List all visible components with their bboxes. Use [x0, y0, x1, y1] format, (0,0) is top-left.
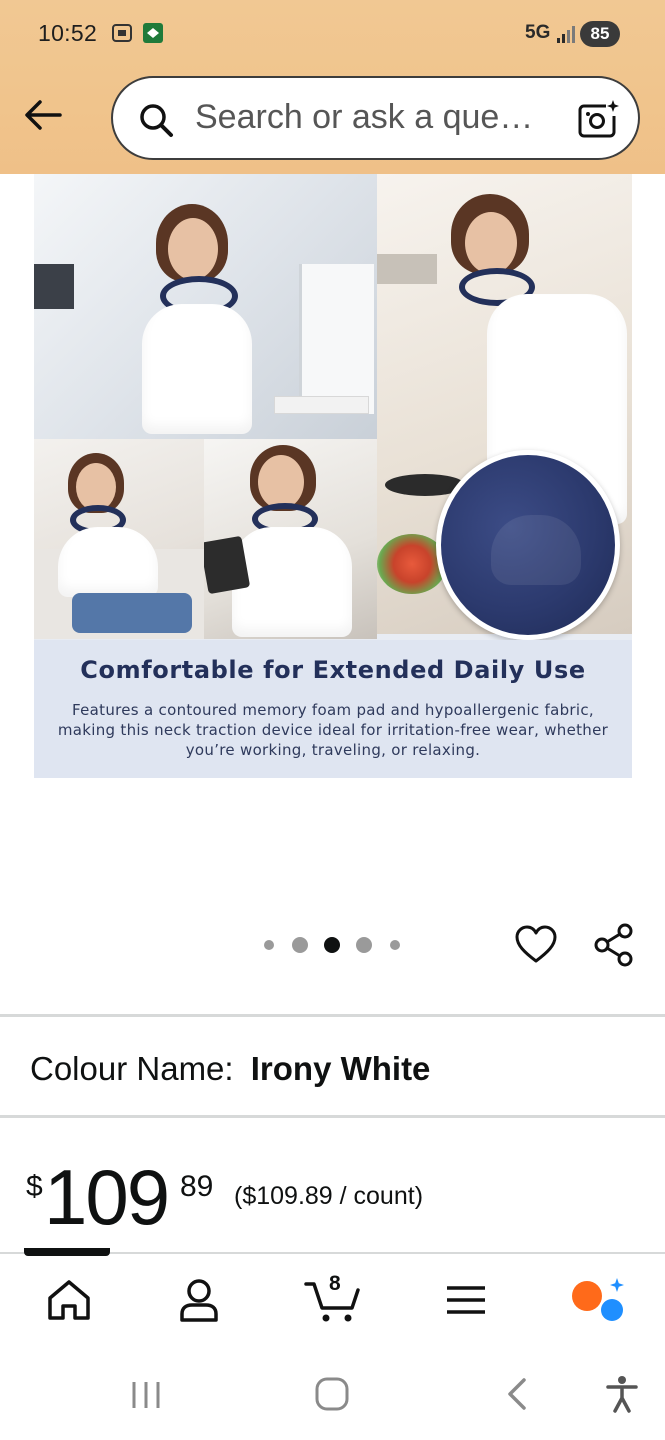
rufus-ai-icon[interactable]	[570, 1276, 628, 1324]
camera-lens-icon[interactable]	[576, 98, 620, 140]
price-currency: $	[26, 1170, 43, 1203]
heart-icon[interactable]	[514, 923, 558, 967]
tablet-photo	[204, 439, 377, 639]
price-whole: 109	[44, 1153, 170, 1241]
bottom-navigation: 8	[0, 1248, 665, 1344]
accessibility-icon[interactable]	[602, 1374, 642, 1414]
carousel-indicator[interactable]	[262, 934, 412, 956]
search-bar[interactable]: Search or ask a que…	[111, 76, 640, 160]
search-input[interactable]: Search or ask a que…	[195, 98, 555, 137]
back-arrow-icon[interactable]	[22, 95, 64, 135]
carousel-dot[interactable]	[264, 940, 274, 950]
active-tab-indicator	[24, 1248, 110, 1256]
home-button-icon[interactable]	[312, 1374, 352, 1414]
status-bar: 10:52 5G 85	[0, 0, 665, 70]
carousel-dot[interactable]	[292, 937, 308, 953]
caption-headline: Comfortable for Extended Daily Use	[80, 656, 586, 684]
signal-icon	[557, 26, 575, 43]
sofa-photo	[34, 439, 204, 639]
divider	[0, 1014, 665, 1017]
product-detail-zoom	[436, 450, 620, 640]
colour-name-row: Colour Name: Irony White	[30, 1050, 430, 1088]
unit-price: ($109.89 / count)	[234, 1182, 424, 1210]
back-button-icon[interactable]	[498, 1374, 538, 1414]
colour-value: Irony White	[250, 1050, 431, 1087]
carousel-dot-active[interactable]	[324, 937, 340, 953]
caption-description: Features a contoured memory foam pad and…	[57, 701, 609, 759]
app-notification-icon	[143, 23, 163, 43]
office-photo	[34, 174, 377, 439]
recent-apps-icon[interactable]	[126, 1374, 166, 1414]
price: $ 109 89 ($109.89 / count)	[26, 1153, 646, 1241]
screenshot-icon	[112, 24, 132, 42]
share-icon[interactable]	[593, 923, 635, 967]
price-fraction: 89	[180, 1170, 214, 1203]
carousel-dot[interactable]	[356, 937, 372, 953]
search-icon	[140, 104, 173, 137]
cart-count: 8	[329, 1272, 341, 1295]
network-type: 5G	[525, 22, 551, 43]
carousel-dot[interactable]	[390, 940, 400, 950]
account-icon[interactable]	[174, 1276, 224, 1324]
colour-label: Colour Name:	[30, 1050, 234, 1087]
status-time: 10:52	[38, 20, 98, 46]
menu-icon[interactable]	[441, 1276, 491, 1324]
system-navigation	[0, 1344, 665, 1440]
cart-button[interactable]: 8	[304, 1272, 364, 1324]
caption-panel: Comfortable for Extended Daily Use Featu…	[34, 640, 632, 778]
divider	[0, 1115, 665, 1118]
home-icon[interactable]	[44, 1276, 94, 1324]
battery-level: 85	[580, 21, 620, 47]
product-image[interactable]: Comfortable for Extended Daily Use Featu…	[34, 174, 632, 778]
